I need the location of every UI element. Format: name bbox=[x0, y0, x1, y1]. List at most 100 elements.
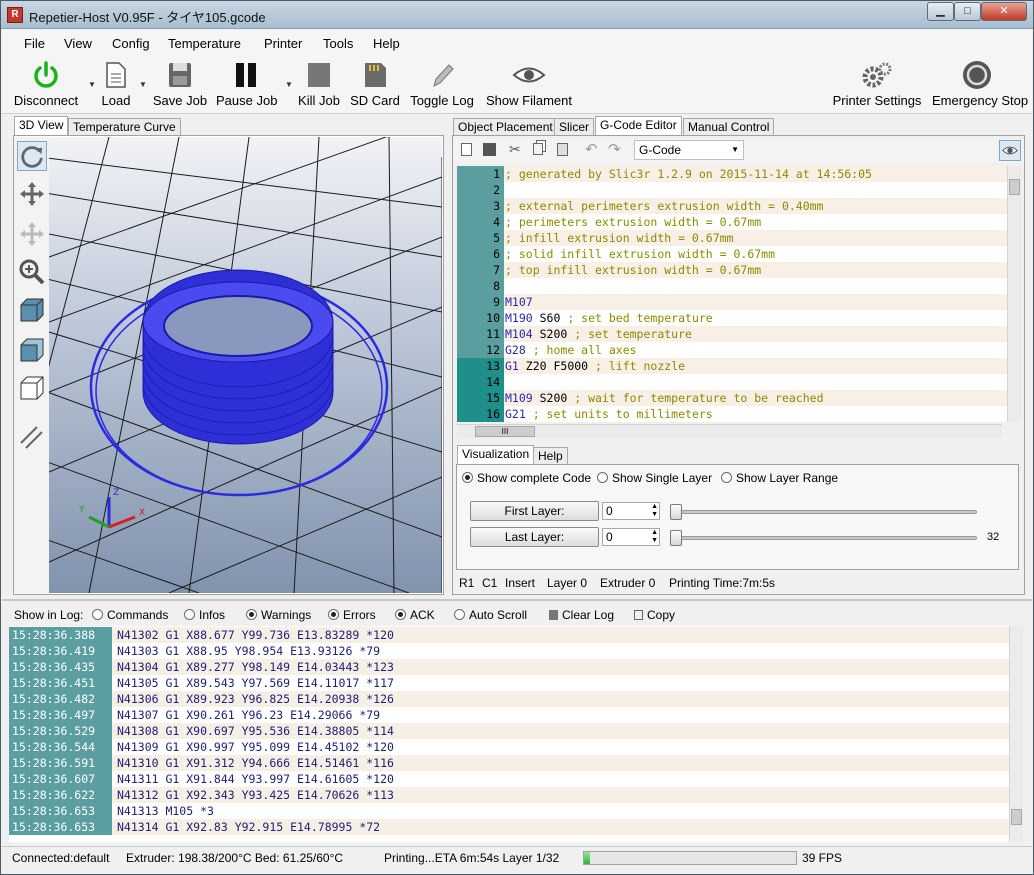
tab-viz-help[interactable]: Help bbox=[533, 447, 568, 465]
show-single-layer-option[interactable]: Show Single Layer bbox=[597, 471, 712, 485]
editor-scroll-thumb[interactable] bbox=[1009, 179, 1020, 195]
pause-job-button[interactable]: Pause Job bbox=[216, 60, 277, 108]
clear-log-button[interactable]: Clear Log bbox=[549, 605, 614, 625]
log-row[interactable]: 15:28:36.482 N41306 G1 X89.923 Y96.825 E1… bbox=[9, 691, 1009, 707]
editor-vertical-scrollbar[interactable] bbox=[1007, 166, 1021, 422]
log-autoscroll-toggle[interactable]: Auto Scroll bbox=[454, 605, 527, 625]
code-line[interactable]: 13 G1 Z20 F5000 ; lift nozzle bbox=[457, 358, 1007, 374]
splitter[interactable] bbox=[2, 599, 1032, 601]
last-layer-slider[interactable] bbox=[672, 536, 977, 540]
load-button[interactable]: Load bbox=[100, 60, 132, 108]
code-line[interactable]: 16 G21 ; set units to millimeters bbox=[457, 406, 1007, 422]
tab-temperature-curve[interactable]: Temperature Curve bbox=[68, 118, 181, 136]
code-line[interactable]: 14 bbox=[457, 374, 1007, 390]
log-list[interactable]: 15:28:36.388 N41302 G1 X88.677 Y99.736 E1… bbox=[9, 626, 1009, 842]
code-line[interactable]: 2 bbox=[457, 182, 1007, 198]
log-ack-toggle[interactable]: ACK bbox=[395, 605, 435, 625]
first-layer-slider-thumb[interactable] bbox=[670, 504, 682, 520]
log-row[interactable]: 15:28:36.497 N41307 G1 X90.261 Y96.23 E14… bbox=[9, 707, 1009, 723]
maximize-button[interactable]: □ bbox=[954, 2, 981, 21]
parallel-lines-icon[interactable] bbox=[17, 421, 47, 451]
copy-log-button[interactable]: Copy bbox=[634, 605, 675, 625]
emergency-stop-button[interactable]: Emergency Stop bbox=[932, 60, 1028, 108]
last-layer-button[interactable]: Last Layer: bbox=[470, 527, 599, 547]
paste-icon[interactable] bbox=[557, 143, 568, 156]
code-line[interactable]: 3; external perimeters extrusion width =… bbox=[457, 198, 1007, 214]
show-complete-option[interactable]: Show complete Code bbox=[462, 471, 591, 485]
log-scroll-thumb[interactable] bbox=[1011, 809, 1022, 825]
tab-slicer[interactable]: Slicer bbox=[554, 118, 595, 136]
menu-file[interactable]: File bbox=[24, 36, 45, 51]
code-line[interactable]: 15 M109 S200 ; wait for temperature to be… bbox=[457, 390, 1007, 406]
disconnect-button[interactable]: Disconnect bbox=[13, 60, 79, 108]
view-isometric-icon[interactable] bbox=[17, 295, 47, 325]
load-dropdown-icon[interactable]: ▼ bbox=[139, 80, 147, 89]
log-row[interactable]: 15:28:36.388 N41302 G1 X88.677 Y99.736 E1… bbox=[9, 627, 1009, 643]
log-row[interactable]: 15:28:36.435 N41304 G1 X89.277 Y98.149 E1… bbox=[9, 659, 1009, 675]
sd-card-button[interactable]: SD Card bbox=[349, 60, 401, 108]
view-top-icon[interactable] bbox=[17, 373, 47, 403]
code-line[interactable]: 8 bbox=[457, 278, 1007, 294]
spinner-arrows-icon[interactable]: ▲ ▼ bbox=[651, 503, 658, 519]
log-infos-toggle[interactable]: Infos bbox=[184, 605, 225, 625]
cut-icon[interactable]: ✂ bbox=[509, 141, 521, 158]
editor-hscroll-thumb[interactable]: III bbox=[475, 426, 535, 437]
tab-3d-view[interactable]: 3D View bbox=[14, 116, 69, 136]
first-layer-button[interactable]: First Layer: bbox=[470, 501, 599, 521]
tab-gcode-editor[interactable]: G-Code Editor bbox=[595, 116, 682, 136]
code-line[interactable]: 6; solid infill extrusion width = 0.67mm bbox=[457, 246, 1007, 262]
toggle-log-button[interactable]: Toggle Log bbox=[409, 60, 475, 108]
menu-tools[interactable]: Tools bbox=[323, 36, 353, 51]
code-line[interactable]: 11 M104 S200 ; set temperature bbox=[457, 326, 1007, 342]
log-vertical-scrollbar[interactable] bbox=[1009, 626, 1023, 842]
tab-object-placement[interactable]: Object Placement bbox=[453, 118, 558, 136]
show-filament-button[interactable]: Show Filament bbox=[484, 60, 574, 108]
log-row[interactable]: 15:28:36.591 N41310 G1 X91.312 Y94.666 E1… bbox=[9, 755, 1009, 771]
log-row[interactable]: 15:28:36.653 N41313 M105 *3 bbox=[9, 803, 1009, 819]
code-line[interactable]: 7; top infill extrusion width = 0.67mm bbox=[457, 262, 1007, 278]
tab-visualization[interactable]: Visualization bbox=[457, 445, 535, 465]
tab-manual-control[interactable]: Manual Control bbox=[683, 118, 775, 136]
log-row[interactable]: 15:28:36.622 N41312 G1 X92.343 Y93.425 E1… bbox=[9, 787, 1009, 803]
kill-job-button[interactable]: Kill Job bbox=[297, 60, 341, 108]
view-front-icon[interactable] bbox=[17, 335, 47, 365]
menu-printer[interactable]: Printer bbox=[264, 36, 302, 51]
save-job-button[interactable]: Save Job bbox=[152, 60, 208, 108]
spinner-arrows-icon[interactable]: ▲ ▼ bbox=[651, 529, 658, 545]
editor-horizontal-scrollbar[interactable]: III bbox=[457, 424, 1002, 438]
log-row[interactable]: 15:28:36.419 N41303 G1 X88.95 Y98.954 E13… bbox=[9, 643, 1009, 659]
menu-help[interactable]: Help bbox=[373, 36, 400, 51]
log-row[interactable]: 15:28:36.607 N41311 G1 X91.844 Y93.997 E1… bbox=[9, 771, 1009, 787]
move-object-icon[interactable] bbox=[17, 219, 47, 249]
last-layer-slider-thumb[interactable] bbox=[670, 530, 682, 546]
show-layer-range-option[interactable]: Show Layer Range bbox=[721, 471, 838, 485]
log-commands-toggle[interactable]: Commands bbox=[92, 605, 168, 625]
code-line[interactable]: 5; infill extrusion width = 0.67mm bbox=[457, 230, 1007, 246]
menu-config[interactable]: Config bbox=[112, 36, 150, 51]
log-row[interactable]: 15:28:36.544 N41309 G1 X90.997 Y95.099 E1… bbox=[9, 739, 1009, 755]
zoom-icon[interactable] bbox=[17, 257, 47, 287]
copy-icon[interactable] bbox=[533, 143, 543, 155]
printer-settings-button[interactable]: Printer Settings bbox=[830, 60, 924, 108]
undo-icon[interactable]: ↶ bbox=[585, 140, 598, 158]
code-line[interactable]: 12 G28 ; home all axes bbox=[457, 342, 1007, 358]
minimize-button[interactable]: ▁ bbox=[927, 2, 954, 21]
pause-dropdown-icon[interactable]: ▼ bbox=[285, 80, 293, 89]
menu-view[interactable]: View bbox=[64, 36, 92, 51]
last-layer-spinner[interactable]: 0 ▲ ▼ bbox=[602, 528, 660, 546]
new-file-icon[interactable] bbox=[461, 143, 472, 156]
show-eye-icon[interactable] bbox=[999, 140, 1021, 161]
3d-viewport[interactable]: Y X Z bbox=[49, 137, 442, 593]
log-errors-toggle[interactable]: Errors bbox=[328, 605, 376, 625]
first-layer-spinner[interactable]: 0 ▲ ▼ bbox=[602, 502, 660, 520]
code-line[interactable]: 10 M190 S60 ; set bed temperature bbox=[457, 310, 1007, 326]
move-icon[interactable] bbox=[17, 179, 47, 209]
title-bar[interactable]: R Repetier-Host V0.95F - タイヤ105.gcode ▁ … bbox=[1, 1, 1033, 29]
code-line[interactable]: 9 M107 bbox=[457, 294, 1007, 310]
rotate-icon[interactable] bbox=[17, 141, 47, 171]
redo-icon[interactable]: ↷ bbox=[608, 140, 621, 158]
log-row[interactable]: 15:28:36.451 N41305 G1 X89.543 Y97.569 E1… bbox=[9, 675, 1009, 691]
code-line[interactable]: 1; generated by Slic3r 1.2.9 on 2015-11-… bbox=[457, 166, 1007, 182]
menu-temperature[interactable]: Temperature bbox=[168, 36, 241, 51]
log-row[interactable]: 15:28:36.529 N41308 G1 X90.697 Y95.536 E1… bbox=[9, 723, 1009, 739]
